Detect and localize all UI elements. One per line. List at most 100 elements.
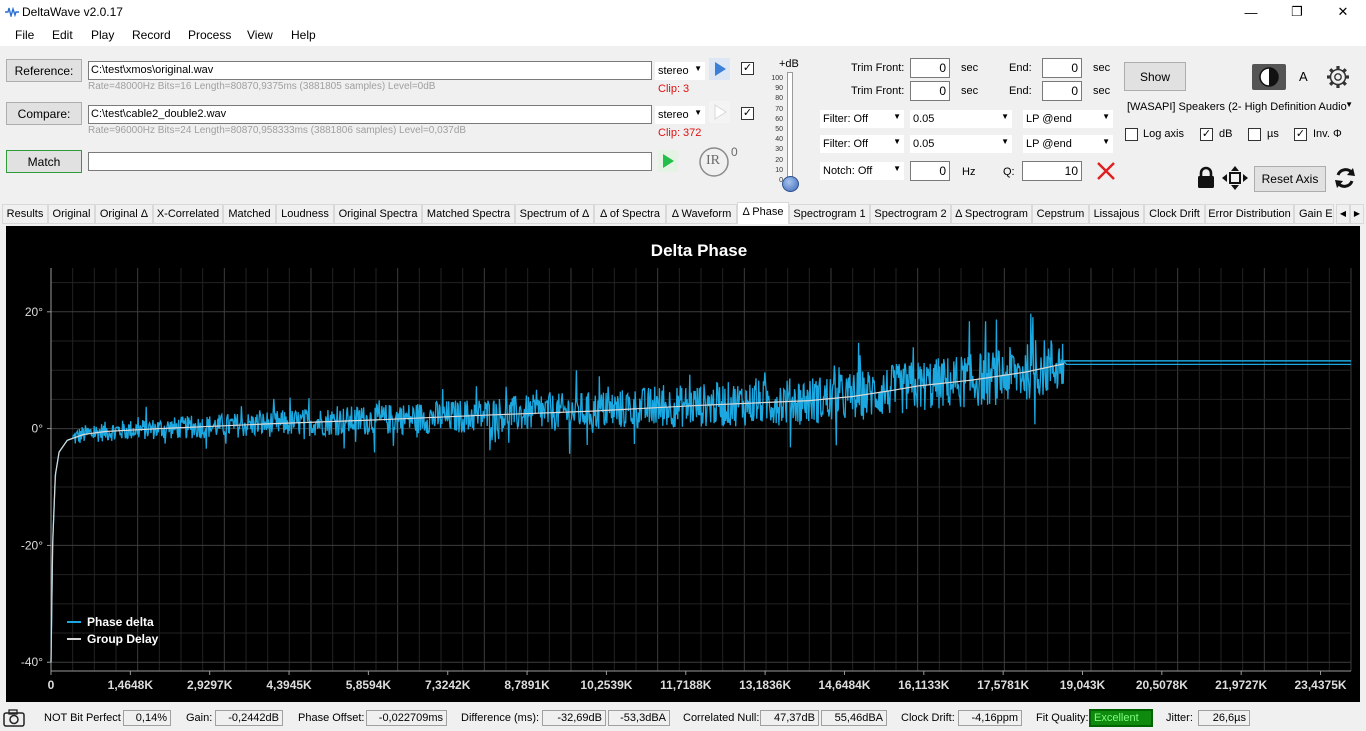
reference-channels-select[interactable]: stereo ▼ xyxy=(655,62,705,80)
close-button[interactable]: ✕ xyxy=(1320,0,1366,24)
tab-spectrum-of-delta[interactable]: Spectrum of Δ xyxy=(515,204,594,224)
tab-gain-error[interactable]: Gain E xyxy=(1294,204,1334,224)
volume-track[interactable] xyxy=(787,72,793,186)
filter-2-lp-select[interactable]: LP @end ▼ xyxy=(1023,135,1113,153)
trim-front-input[interactable]: 0 xyxy=(910,58,950,78)
move-icon xyxy=(1222,166,1248,190)
tab-error-distribution[interactable]: Error Distribution xyxy=(1205,204,1294,224)
notch-type-value: Notch: Off xyxy=(823,165,873,177)
chevron-down-icon: ▼ xyxy=(893,164,901,173)
pan-button[interactable] xyxy=(1221,165,1249,191)
tab-original-delta[interactable]: Original Δ xyxy=(95,204,153,224)
volume-tick: 90 xyxy=(775,85,783,93)
trim-front-input-2[interactable]: 0 xyxy=(910,81,950,101)
show-button[interactable]: Show xyxy=(1124,62,1186,91)
invert-phase-checkbox[interactable]: ✓ xyxy=(1294,128,1307,141)
play-reference-button[interactable] xyxy=(709,58,730,80)
tab-clock-drift[interactable]: Clock Drift xyxy=(1144,204,1205,224)
tab-x-correlated[interactable]: X-Correlated xyxy=(153,204,223,224)
gear-icon xyxy=(1327,66,1349,88)
tab-delta-waveform[interactable]: Δ Waveform xyxy=(666,204,737,224)
tab-delta-phase[interactable]: Δ Phase xyxy=(737,202,789,224)
clear-filters-button[interactable] xyxy=(1095,160,1117,182)
tab-cepstrum[interactable]: Cepstrum xyxy=(1032,204,1089,224)
tab-original[interactable]: Original xyxy=(48,204,95,224)
settings-button[interactable] xyxy=(1324,63,1352,91)
tab-delta-spectrogram[interactable]: Δ Spectrogram xyxy=(951,204,1032,224)
tab-spectrogram-2[interactable]: Spectrogram 2 xyxy=(870,204,951,224)
tab-spectrogram-1[interactable]: Spectrogram 1 xyxy=(789,204,870,224)
menu-play[interactable]: Play xyxy=(91,28,114,42)
reference-enable-checkbox[interactable]: ✓ xyxy=(741,62,754,75)
microseconds-checkbox[interactable] xyxy=(1248,128,1261,141)
volume-tick: 50 xyxy=(775,126,783,134)
minimize-button[interactable]: — xyxy=(1228,0,1274,24)
bit-perfect-value: 0,14% xyxy=(123,710,171,726)
trim-end-input[interactable]: 0 xyxy=(1042,58,1082,78)
tab-original-spectra[interactable]: Original Spectra xyxy=(334,204,422,224)
log-axis-label: Log axis xyxy=(1143,128,1184,140)
chevron-down-icon: ▼ xyxy=(1102,137,1110,146)
match-button[interactable]: Match xyxy=(6,150,82,173)
reference-button[interactable]: Reference: xyxy=(6,59,82,82)
menu-file[interactable]: File xyxy=(15,28,34,42)
reset-axis-button[interactable]: Reset Axis xyxy=(1254,166,1326,192)
filter-1-value-select[interactable]: 0.05 ▼ xyxy=(910,110,1012,128)
jitter-value: 26,6µs xyxy=(1198,710,1250,726)
notch-type-select[interactable]: Notch: Off ▼ xyxy=(820,162,904,180)
filter-2-value-select[interactable]: 0.05 ▼ xyxy=(910,135,1012,153)
lock-axis-button[interactable] xyxy=(1196,166,1216,190)
maximize-button[interactable]: ❐ xyxy=(1274,0,1320,24)
chevron-down-icon: ▼ xyxy=(694,108,702,117)
menu-help[interactable]: Help xyxy=(291,28,316,42)
compare-channels-select[interactable]: stereo ▼ xyxy=(655,106,705,124)
menu-edit[interactable]: Edit xyxy=(52,28,73,42)
db-checkbox[interactable]: ✓ xyxy=(1200,128,1213,141)
chevron-down-icon: ▼ xyxy=(694,64,702,73)
tab-results[interactable]: Results xyxy=(2,204,48,224)
difference-value-dba: -53,3dBA xyxy=(608,710,670,726)
tab-scroll-left[interactable]: ◀ xyxy=(1336,204,1350,224)
menu-view[interactable]: View xyxy=(247,28,273,42)
run-match-button[interactable] xyxy=(658,150,678,172)
tab-matched[interactable]: Matched xyxy=(223,204,276,224)
filter-1-type-select[interactable]: Filter: Off ▼ xyxy=(820,110,904,128)
compare-button[interactable]: Compare: xyxy=(6,102,82,125)
play-compare-button[interactable] xyxy=(709,101,730,123)
refresh-button[interactable] xyxy=(1332,165,1358,191)
play-icon xyxy=(715,62,726,76)
trim-end-input-2[interactable]: 0 xyxy=(1042,81,1082,101)
delta-phase-chart[interactable]: Delta Phase 20° 0° -20° -40° 0 1,4648K 2,9297K 4… xyxy=(6,226,1360,702)
volume-tick: 0 xyxy=(779,177,783,185)
output-device-select[interactable]: [WASAPI] Speakers (2- High Definition Au… xyxy=(1124,98,1356,116)
compare-enable-checkbox[interactable]: ✓ xyxy=(741,107,754,120)
notch-q-input[interactable]: 10 xyxy=(1022,161,1082,181)
volume-tick: 80 xyxy=(775,95,783,103)
red-x-icon xyxy=(1097,162,1115,180)
tab-scroll-right[interactable]: ▶ xyxy=(1350,204,1364,224)
tab-delta-of-spectra[interactable]: Δ of Spectra xyxy=(594,204,666,224)
filter-2-type-select[interactable]: Filter: Off ▼ xyxy=(820,135,904,153)
log-axis-checkbox[interactable] xyxy=(1125,128,1138,141)
reference-path-field[interactable]: C:\test\xmos\original.wav xyxy=(88,61,652,80)
menu-record[interactable]: Record xyxy=(132,28,171,42)
plot-area[interactable]: Delta Phase 20° 0° -20° -40° 0 1,4648K 2,9297K 4… xyxy=(6,226,1360,702)
menu-process[interactable]: Process xyxy=(188,28,231,42)
font-toggle-button[interactable]: A xyxy=(1299,69,1308,84)
gain-label: Gain: xyxy=(186,712,213,724)
theme-toggle-button[interactable] xyxy=(1252,64,1286,90)
tab-lissajous[interactable]: Lissajous xyxy=(1089,204,1144,224)
x-tick-label: 23,4375K xyxy=(1295,678,1347,692)
screenshot-button[interactable] xyxy=(3,708,25,728)
tab-loudness[interactable]: Loudness xyxy=(276,204,334,224)
volume-slider-handle[interactable] xyxy=(782,176,799,192)
filter-1-lp-select[interactable]: LP @end ▼ xyxy=(1023,110,1113,128)
y-tick-label: 20° xyxy=(25,305,43,319)
trim-end-label-2: End: xyxy=(1009,85,1032,97)
compare-path-field[interactable]: C:\test\cable2_double2.wav xyxy=(88,105,652,124)
tab-matched-spectra[interactable]: Matched Spectra xyxy=(422,204,515,224)
notch-hz-input[interactable]: 0 xyxy=(910,161,950,181)
chevron-down-icon: ▼ xyxy=(1102,112,1110,121)
x-tick-label: 4,3945K xyxy=(266,678,312,692)
fit-quality-value: Excellent xyxy=(1089,709,1153,727)
